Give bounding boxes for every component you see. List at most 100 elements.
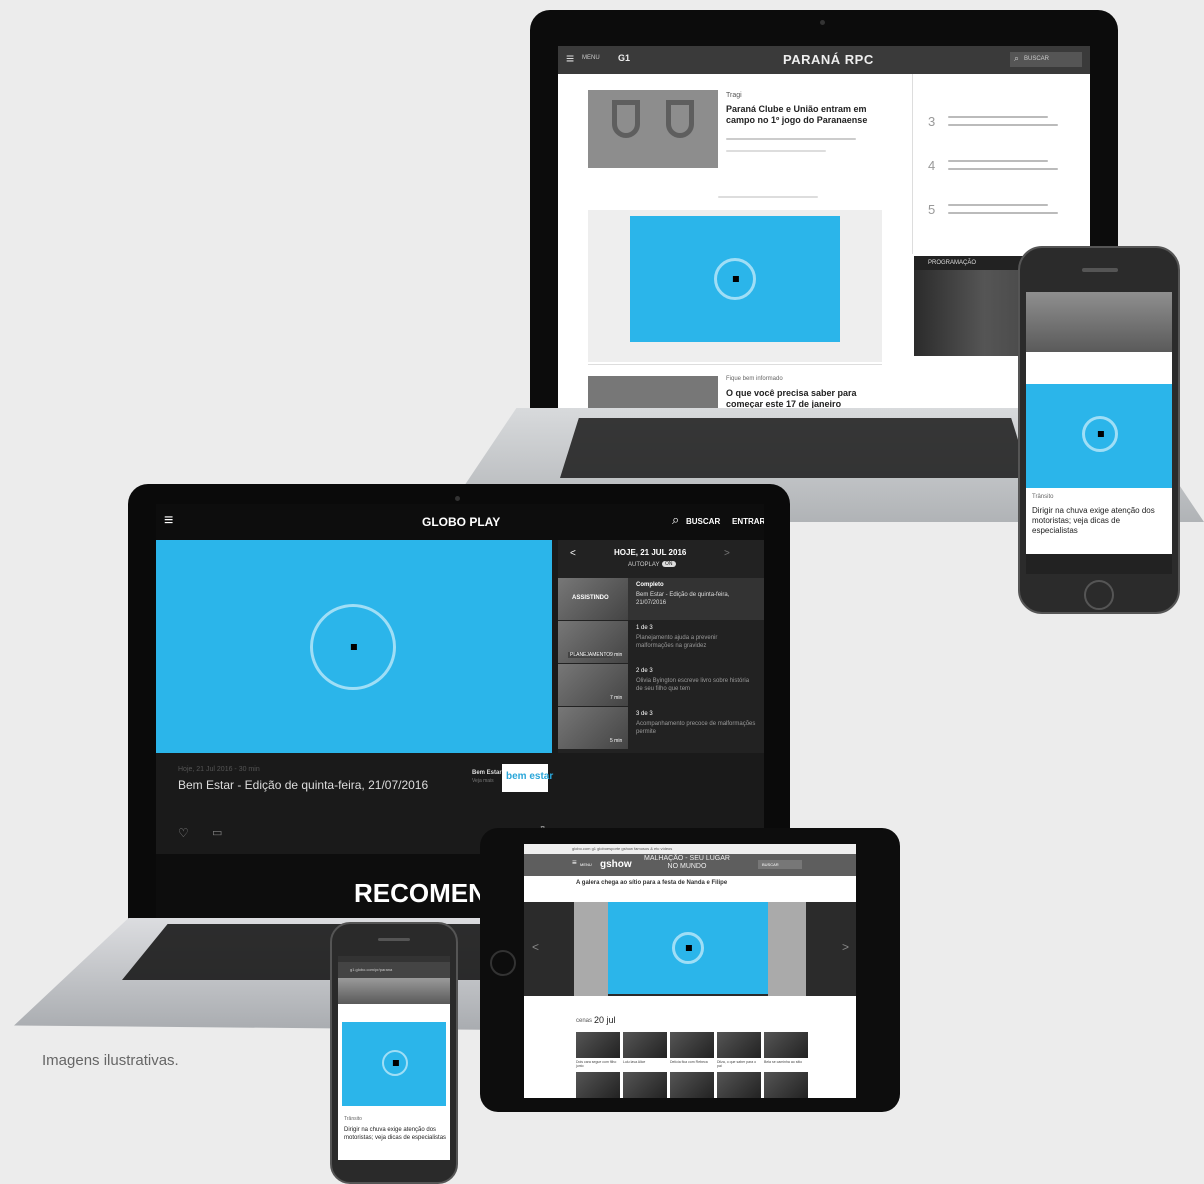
autoplay-label: AUTOPLAY [628,562,660,568]
phone-right: Trânsito Dirigir na chuva exige atenção … [1018,246,1180,614]
episode-caption: Bela se caminha ao sítio [764,1060,803,1064]
autoplay-toggle[interactable]: ON [662,561,676,567]
menu-label[interactable]: MENU [582,55,600,61]
search-icon[interactable]: ⌕ [672,512,679,528]
video-player[interactable] [608,902,768,994]
globoplay-logo[interactable]: GLOBO PLAY [422,515,500,529]
gshow-brand[interactable]: gshow [600,859,632,870]
episode-thumb[interactable] [670,1072,714,1098]
rank-number: 3 [928,114,936,129]
playlist-item[interactable]: 5 min 3 de 3 Acompanhamento precoce de mal… [558,707,764,749]
episode-thumb[interactable] [764,1072,808,1098]
playlist-duration: 5 min [610,738,623,744]
video-meta: Hoje, 21 Jul 2016 - 30 min [178,766,260,773]
playlist-item[interactable]: 7 min 2 de 3 Olivia Byington escreve livro… [558,664,764,706]
hamburger-icon[interactable]: ≡ [164,512,173,530]
prev-day-icon[interactable]: < [570,548,576,559]
play-icon[interactable] [714,258,756,300]
menu-label[interactable]: MENU [580,862,592,867]
news-kicker: Trânsito [1032,494,1054,500]
program-link[interactable]: Veja mais [472,778,494,784]
rpc-brand[interactable]: PARANÁ RPC [783,52,874,67]
comment-icon[interactable]: ▭ [212,826,222,839]
trophy-icon [612,100,640,138]
playlist-index: Completo [636,582,664,588]
playlist-title: Bem Estar - Edição de quinta-feira, 21/0… [636,592,730,606]
play-icon[interactable] [382,1050,408,1076]
caption: Imagens ilustrativas. [42,1052,179,1069]
video-player[interactable] [1026,384,1172,488]
program-name[interactable]: Bem Estar [472,770,502,776]
carousel-next-icon[interactable]: > [842,940,849,954]
phone-left-screen: g1.globo.com/pr/parana Trânsito Dirigir … [338,956,450,1160]
video-player[interactable] [342,1022,446,1106]
gshow-header: ≡ MENU gshow MALHAÇÃO - SEU LUGAR NO MUN… [524,854,856,876]
g1-label[interactable]: G1 [618,53,630,63]
video-title: Bem Estar - Edição de quinta-feira, 21/0… [178,778,429,792]
article-title[interactable]: Paraná Clube e União entram em campo no … [726,104,876,126]
rpc-header: ≡ MENU G1 PARANÁ RPC ⌕ BUSCAR [558,46,1090,74]
episode-thumb[interactable] [576,1032,620,1058]
play-icon[interactable] [1082,416,1118,452]
episode-thumb[interactable] [623,1032,667,1058]
hamburger-icon[interactable]: ≡ [566,50,574,66]
phone-right-screen: Trânsito Dirigir na chuva exige atenção … [1026,292,1172,574]
webcam [820,20,825,25]
video-ad-block [588,210,882,362]
play-icon[interactable] [672,932,704,964]
news-kicker: Trânsito [344,1116,362,1122]
home-button[interactable] [1084,580,1114,610]
episode-thumb[interactable] [623,1072,667,1098]
heart-icon[interactable]: ♡ [178,826,189,840]
tablet: globo.com g1 globoesporte gshow famosos … [480,828,900,1112]
playlist-duration: 9 min [610,652,623,658]
article-kicker: Tragi [726,92,742,99]
search-box[interactable]: BUSCAR [758,860,802,869]
search-icon: ⌕ [1014,53,1020,63]
next-day-icon[interactable]: > [724,548,730,559]
carousel-prev-icon[interactable]: < [532,940,539,954]
episode-caption: Lulu lava Alice [623,1060,646,1064]
episode-thumb[interactable] [717,1072,761,1098]
playlist-item[interactable]: ASSISTINDO Completo Bem Estar - Edição de … [558,578,764,620]
playlist-title: Olivia Byington escreve livro sobre hist… [636,678,750,692]
article2-thumb[interactable] [588,376,718,410]
episode-thumb[interactable] [670,1032,714,1058]
search-label: BUSCAR [762,862,779,867]
news-headline[interactable]: Dirigir na chuva exige atenção dos motor… [344,1126,448,1142]
login-label[interactable]: ENTRAR [732,517,764,526]
video-player[interactable] [630,216,840,342]
playlist-title: Acompanhamento precoce de malformações p… [636,721,756,735]
recommend-heading: RECOMEN [354,878,487,908]
episode-caption: Dilza, o que saber para o pai [717,1060,757,1068]
address-bar: g1.globo.com/pr/parana [338,962,450,978]
date-value: 20 jul [594,1015,616,1025]
playlist-index: 2 de 3 [636,668,653,674]
menu-icon[interactable]: ≡ [572,858,577,867]
url-text[interactable]: g1.globo.com/pr/parana [350,967,392,972]
laptop-back-screen: ≡ MENU G1 PARANÁ RPC ⌕ BUSCAR Tragi Para… [558,46,1090,410]
episode-thumb[interactable] [717,1032,761,1058]
webcam [455,496,460,501]
article-thumb[interactable] [588,90,718,168]
globoplay-header: ≡ GLOBO PLAY ⌕ BUSCAR ENTRAR [156,504,764,540]
top-links[interactable]: globo.com g1 globoesporte gshow famosos … [572,846,672,851]
playlist-duration: 7 min [610,695,623,701]
program-logo[interactable]: bem estar [502,764,553,792]
article2-title[interactable]: O que você precisa saber para começar es… [726,388,876,410]
tablet-screen: globo.com g1 globoesporte gshow famosos … [524,844,856,1098]
episode-thumb[interactable] [576,1072,620,1098]
episode-thumb[interactable] [764,1032,808,1058]
search-box[interactable]: ⌕ BUSCAR [1010,52,1082,67]
main-video-player[interactable] [156,540,552,753]
home-button[interactable] [490,950,516,976]
android-nav [1026,554,1172,574]
news-headline[interactable]: Dirigir na chuva exige atenção dos motor… [1032,506,1166,536]
play-icon[interactable] [310,604,396,690]
search-label[interactable]: BUSCAR [686,517,720,526]
playlist-badge: ASSISTINDO [572,595,609,601]
programacao-label: PROGRAMAÇÃO [928,260,977,266]
carousel: < > [524,902,856,996]
playlist-item[interactable]: PLANEJAMENTO 9 min 1 de 3 Planejamento ajud… [558,621,764,663]
globo-topbar: globo.com g1 globoesporte gshow famosos … [524,844,856,854]
